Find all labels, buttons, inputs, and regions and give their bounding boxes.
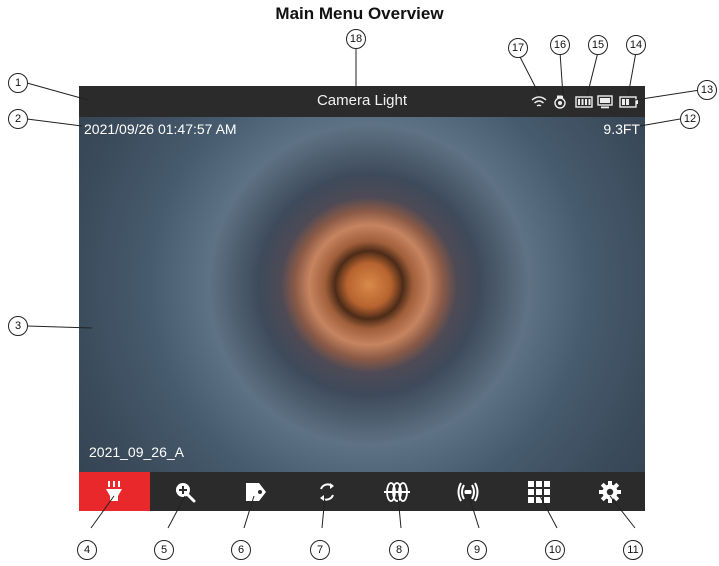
callout-2: 2 (8, 109, 28, 129)
callout-16: 16 (550, 35, 570, 55)
callout-13: 13 (697, 80, 717, 100)
callout-17: 17 (508, 38, 528, 58)
callout-5: 5 (154, 540, 174, 560)
callout-8: 8 (389, 540, 409, 560)
callout-3: 3 (8, 316, 28, 336)
callout-14: 14 (626, 35, 646, 55)
callout-11: 11 (623, 540, 643, 560)
callout-12: 12 (680, 109, 700, 129)
callout-7: 7 (310, 540, 330, 560)
callout-10: 10 (545, 540, 565, 560)
callout-15: 15 (588, 35, 608, 55)
callout-1: 1 (8, 73, 28, 93)
callout-lines (26, 48, 701, 529)
callout-9: 9 (467, 540, 487, 560)
callout-18: 18 (346, 29, 366, 49)
callout-4: 4 (77, 540, 97, 560)
callout-6: 6 (231, 540, 251, 560)
